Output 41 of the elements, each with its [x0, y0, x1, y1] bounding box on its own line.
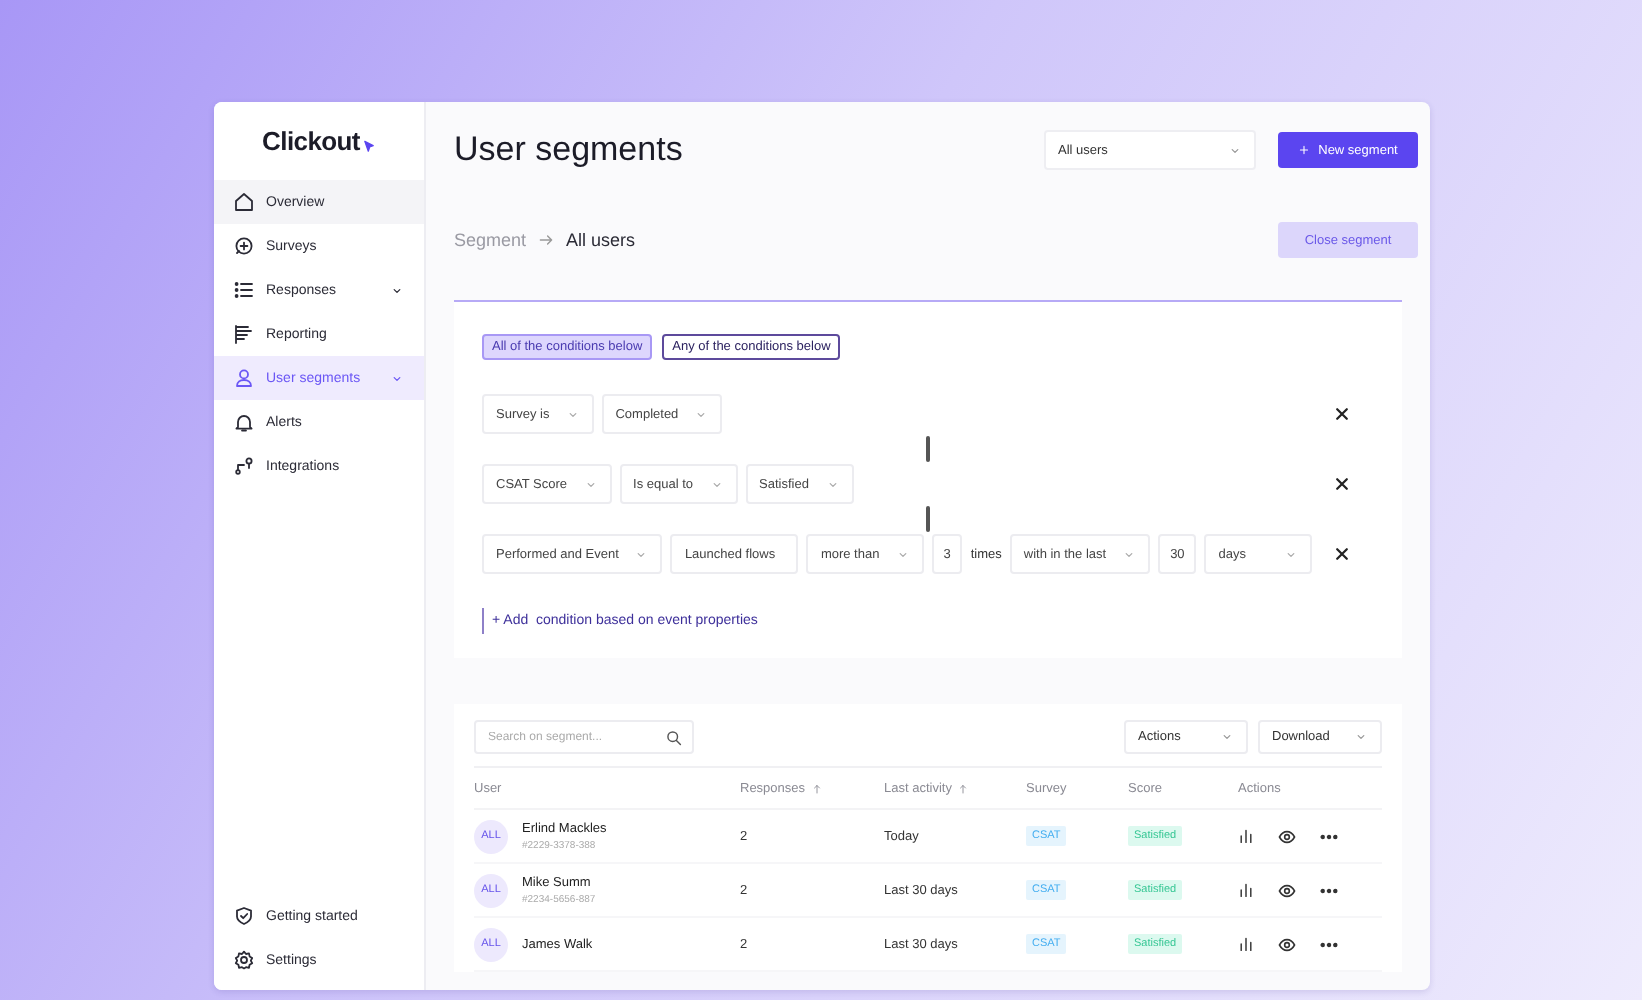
bar-chart-icon[interactable]: [1238, 828, 1254, 844]
chevron-down-icon: [390, 371, 404, 385]
chevron-down-icon: [634, 547, 649, 561]
bar-chart-icon[interactable]: [1238, 882, 1254, 898]
chevron-down-icon: [709, 477, 724, 491]
sort-arrow-icon: [957, 783, 968, 793]
home-icon: [234, 192, 254, 212]
close-icon[interactable]: [1334, 546, 1350, 562]
close-icon[interactable]: [1334, 406, 1350, 422]
chat-plus-icon: [234, 236, 254, 256]
logo-text: Clickout: [262, 126, 360, 156]
eye-icon[interactable]: [1278, 827, 1296, 845]
chevron-down-icon: [1284, 547, 1299, 561]
chevron-down-icon: [1122, 547, 1137, 561]
chevron-down-icon: [1228, 143, 1242, 157]
close-icon[interactable]: [1334, 476, 1350, 492]
chevron-down-icon: [895, 547, 910, 561]
eye-icon[interactable]: [1278, 935, 1296, 953]
cursor-icon: [361, 140, 376, 154]
eye-icon[interactable]: [1278, 881, 1296, 899]
bar-chart-icon[interactable]: [1238, 936, 1254, 952]
bars-icon: [234, 324, 254, 344]
chevron-down-icon: [565, 407, 580, 421]
plus-icon: [1298, 144, 1311, 156]
page-title: User segments: [454, 130, 685, 170]
chevron-down-icon: [1354, 730, 1368, 744]
shield-check-icon: [234, 906, 254, 926]
nodes-icon: [234, 456, 254, 476]
sort-arrow-icon: [811, 783, 822, 793]
breadcrumb-current: All users: [566, 230, 638, 250]
search-icon: [666, 729, 682, 745]
chevron-down-icon: [390, 283, 404, 297]
chevron-down-icon: [583, 477, 598, 491]
user-icon: [234, 368, 254, 388]
settings-icon: [234, 950, 254, 970]
list-icon: [234, 280, 254, 300]
chevron-down-icon: [1220, 730, 1234, 744]
bell-icon: [234, 412, 254, 432]
chevron-down-icon: [825, 477, 840, 491]
arrow-right-icon: [538, 232, 555, 248]
chevron-down-icon: [694, 407, 709, 421]
